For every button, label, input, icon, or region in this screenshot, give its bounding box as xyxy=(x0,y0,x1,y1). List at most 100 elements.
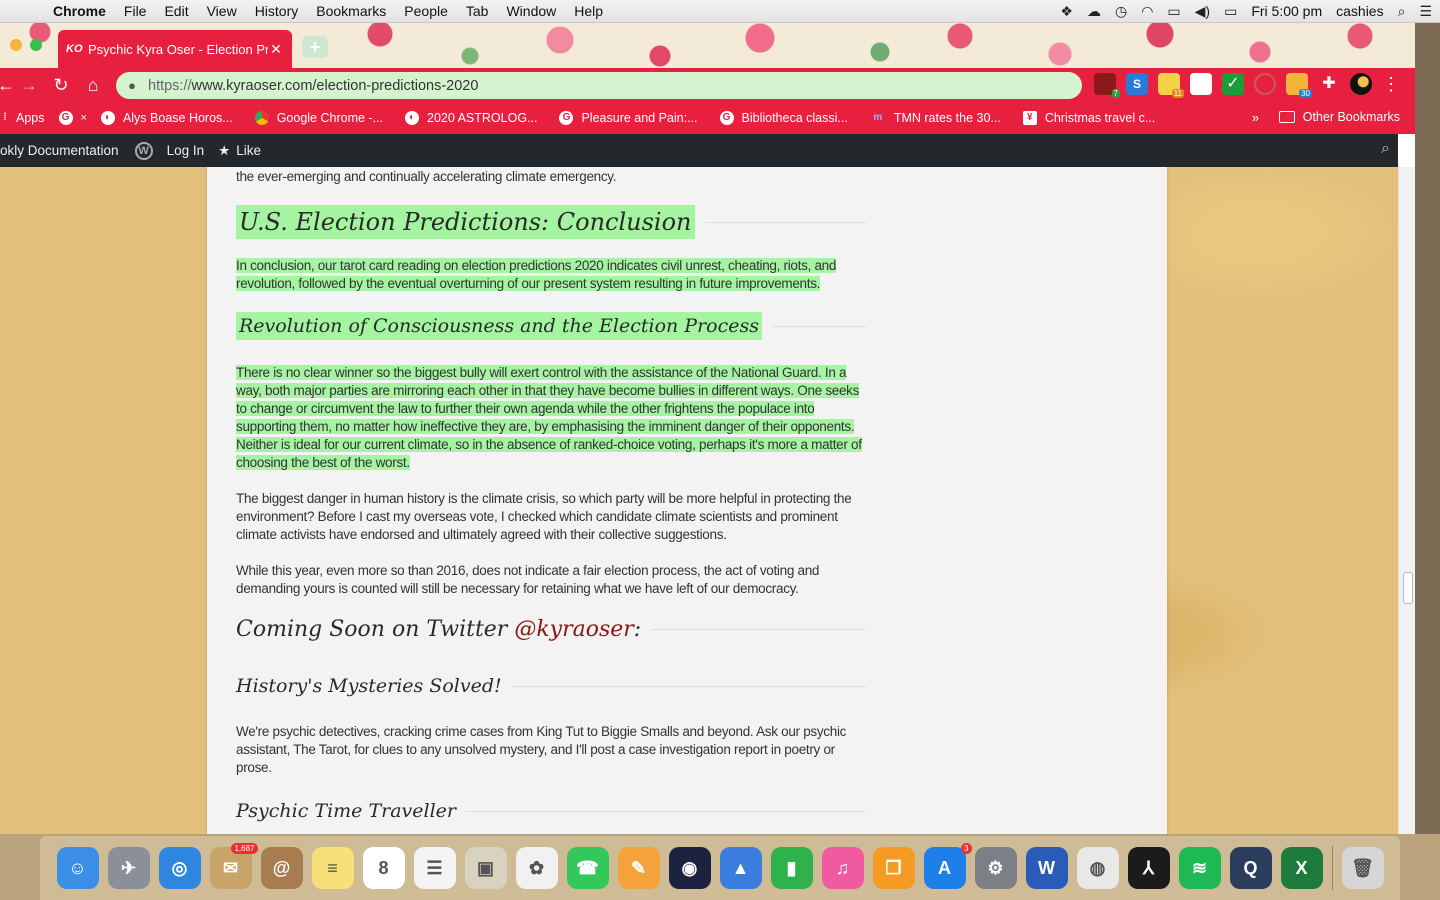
menu-view[interactable]: View xyxy=(198,3,246,19)
heading-revolution: Revolution of Consciousness and the Elec… xyxy=(236,312,866,340)
home-icon[interactable]: ⌂ xyxy=(81,73,105,97)
keynote-icon[interactable]: ▲ xyxy=(719,847,762,889)
search-icon[interactable]: ⌕ xyxy=(1381,140,1390,158)
ext-scissors-icon[interactable]: 11 xyxy=(1158,73,1184,98)
wordpress-logo-icon[interactable]: W xyxy=(134,141,153,160)
menu-bookmarks[interactable]: Bookmarks xyxy=(307,3,395,19)
page-scrollbar[interactable] xyxy=(1398,167,1415,834)
extensions-puzzle-icon[interactable]: ✚ xyxy=(1318,73,1340,95)
excel-icon[interactable]: X xyxy=(1280,847,1323,889)
bookmark-label: Google Chrome -... xyxy=(276,111,383,125)
contacts-icon[interactable]: @ xyxy=(260,847,303,889)
bookmark-item-6[interactable]: ¥ Christmas travel c... xyxy=(1022,111,1155,125)
trash-icon[interactable]: 🗑 xyxy=(1341,847,1384,889)
ext-check-icon[interactable]: ✓ xyxy=(1222,73,1244,95)
forward-arrow-icon[interactable]: → xyxy=(17,73,41,97)
bookmark-item-2[interactable]: ◐ 2020 ASTROLOG... xyxy=(405,111,537,125)
dock-badge: 1,687 xyxy=(231,843,258,854)
dropbox-icon[interactable]: ❖ xyxy=(1060,3,1073,20)
facetime-icon[interactable]: ☎ xyxy=(566,847,609,889)
menu-file[interactable]: File xyxy=(115,3,156,19)
bookmark-apps[interactable]: ⁞ Apps xyxy=(0,111,44,125)
address-bar[interactable]: ● https:// www.kyraoser.com/election-pre… xyxy=(116,72,1082,99)
menu-edit[interactable]: Edit xyxy=(155,3,197,19)
itunes-icon[interactable]: ♫ xyxy=(821,847,864,889)
menu-app-name[interactable]: Chrome xyxy=(44,3,115,19)
other-bookmarks[interactable]: Other Bookmarks xyxy=(1278,110,1400,124)
more-bookmarks-chevron-icon[interactable]: » xyxy=(1252,110,1259,125)
tmn-icon: m xyxy=(873,112,883,123)
back-arrow-icon[interactable]: ← xyxy=(0,73,18,97)
profile-avatar[interactable] xyxy=(1350,73,1372,95)
app-store-icon[interactable]: A3 xyxy=(923,843,972,889)
ext-notes-icon[interactable]: 30 xyxy=(1286,73,1312,98)
new-tab-button[interactable]: + xyxy=(302,36,328,58)
battery-icon[interactable]: ▭ xyxy=(1224,3,1237,20)
ext-red-icon[interactable]: 7 xyxy=(1094,73,1120,98)
wp-like-link[interactable]: Like xyxy=(236,143,261,158)
site-info-icon[interactable]: ● xyxy=(116,78,148,93)
creative-cloud-icon[interactable]: ☁ xyxy=(1087,3,1101,20)
notes-icon[interactable]: ≡ xyxy=(311,847,354,889)
dock-badge: 3 xyxy=(961,843,972,854)
ext-square-icon[interactable] xyxy=(1190,73,1212,95)
zoom-icon[interactable] xyxy=(30,39,42,51)
paragraph-climate-danger: The biggest danger in human history is t… xyxy=(236,491,852,542)
wp-documentation-link[interactable]: okly Documentation xyxy=(0,143,119,158)
reload-icon[interactable]: ↻ xyxy=(49,73,73,97)
airplay-icon[interactable]: ▭ xyxy=(1167,3,1180,20)
spotlight-icon[interactable]: ⌕ xyxy=(1398,3,1406,20)
pages-icon[interactable]: ✎ xyxy=(617,847,660,889)
minimize-icon[interactable] xyxy=(10,39,22,51)
numbers-icon[interactable]: ▮ xyxy=(770,847,813,889)
menu-clock[interactable]: Fri 5:00 pm xyxy=(1251,3,1322,19)
wp-login-link[interactable]: Log In xyxy=(167,143,205,158)
menu-user[interactable]: cashies xyxy=(1336,3,1383,19)
photos-icon[interactable]: ✿ xyxy=(515,847,558,889)
launchpad-icon[interactable]: ✈ xyxy=(107,847,150,889)
bookmark-item-0[interactable]: ◐ Alys Boase Horos... xyxy=(100,111,233,125)
menu-history[interactable]: History xyxy=(246,3,308,19)
wifi-icon[interactable]: ◠ xyxy=(1141,3,1153,20)
bookmark-google[interactable]: G × xyxy=(58,111,87,125)
notification-center-icon[interactable]: ☰ xyxy=(1419,3,1432,20)
ext-circle-icon[interactable] xyxy=(1254,73,1276,95)
menu-window[interactable]: Window xyxy=(497,3,565,19)
finder-icon[interactable]: ☺ xyxy=(56,847,99,889)
bookmark-item-1[interactable]: Google Chrome -... xyxy=(254,111,383,125)
menu-people[interactable]: People xyxy=(395,3,457,19)
bookmark-item-5[interactable]: m TMN rates the 30... xyxy=(870,111,1000,125)
calendar-icon[interactable]: 8 xyxy=(362,847,405,889)
safari-icon[interactable]: ◎ xyxy=(158,847,201,889)
system-preferences-icon[interactable]: ⚙ xyxy=(974,847,1017,889)
tab-active[interactable]: KO Psychic Kyra Oser - Election Pr ✕ xyxy=(58,30,292,68)
ext-s-icon[interactable]: S xyxy=(1126,73,1148,95)
bookmark-item-3[interactable]: G Pleasure and Pain:... xyxy=(559,111,698,125)
tab-close-icon[interactable]: ✕ xyxy=(268,41,284,58)
siri-icon[interactable]: ◉ xyxy=(668,847,711,889)
bookmark-label: Alys Boase Horos... xyxy=(122,111,233,125)
paragraph-voting: While this year, even more so than 2016,… xyxy=(236,563,820,596)
menu-tab[interactable]: Tab xyxy=(457,3,498,19)
menu-help[interactable]: Help xyxy=(565,3,612,19)
chrome-icon xyxy=(254,111,269,125)
dock-separator xyxy=(1331,846,1333,890)
scrollbar-thumb[interactable] xyxy=(1403,572,1413,604)
chrome-icon[interactable]: ◍ xyxy=(1076,847,1119,889)
time-machine-icon[interactable]: ◷ xyxy=(1115,3,1127,20)
volume-icon[interactable]: ◀) xyxy=(1195,3,1210,20)
mail-stamp-icon[interactable]: ✉ 1,687 xyxy=(209,843,258,889)
bookmark-label: Bibliotheca classi... xyxy=(741,111,848,125)
ibooks-icon[interactable]: ❐ xyxy=(872,847,915,889)
twitter-handle-link[interactable]: @kyraoser xyxy=(514,617,633,642)
browser-toolbar: ← → ↻ ⌂ ● https:// www.kyraoser.com/elec… xyxy=(0,68,1415,102)
acrobat-icon[interactable]: ⅄ xyxy=(1127,847,1170,889)
bookmark-item-4[interactable]: G Bibliotheca classi... xyxy=(719,111,848,125)
word-icon[interactable]: W xyxy=(1025,847,1068,889)
spotify-icon[interactable]: ≋ xyxy=(1178,847,1221,889)
chrome-menu-icon[interactable]: ⋮ xyxy=(1382,74,1400,95)
reminders-icon[interactable]: ☰ xyxy=(413,847,456,889)
quicktime-icon[interactable]: Q xyxy=(1229,847,1272,889)
preview-icon[interactable]: ▣ xyxy=(464,847,507,889)
astrolog-icon: ◐ xyxy=(405,111,419,125)
